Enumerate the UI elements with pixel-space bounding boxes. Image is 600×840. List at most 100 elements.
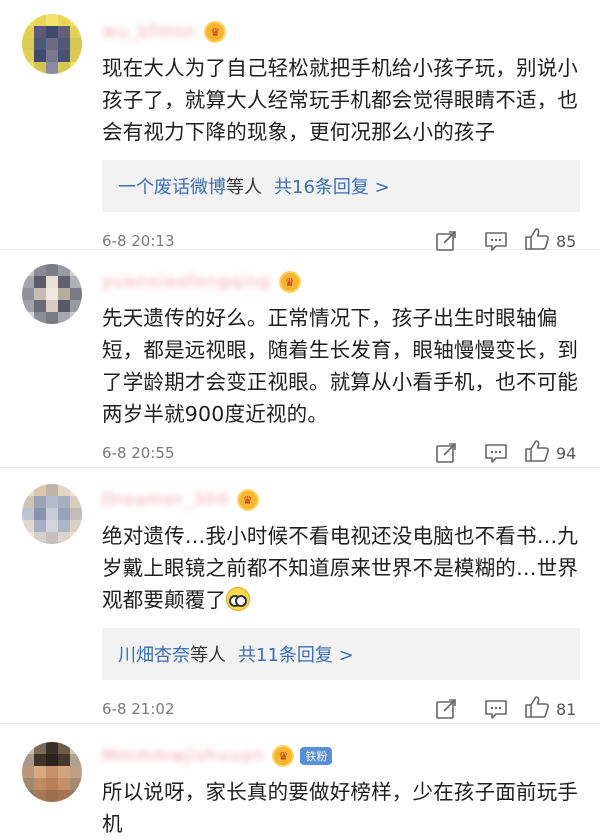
avatar-pixel	[22, 754, 34, 766]
avatar-pixel	[58, 26, 70, 38]
avatar-pixel	[70, 532, 82, 544]
avatar-pixel	[58, 62, 70, 74]
comment-text: 先天遗传的好么。正常情况下，孩子出生时眼轴偏短，都是远视眼，随着生长发育，眼轴慢…	[102, 306, 579, 426]
avatar-pixel	[70, 742, 82, 754]
avatar-pixel	[46, 276, 58, 288]
avatar[interactable]	[22, 742, 82, 802]
avatar-pixel	[34, 754, 46, 766]
avatar-pixel	[70, 520, 82, 532]
avatar-pixel	[70, 38, 82, 50]
avatar-pixel	[70, 50, 82, 62]
avatar-pixel	[34, 312, 46, 324]
comment-icon[interactable]	[474, 438, 518, 468]
avatar-pixel	[70, 754, 82, 766]
avatar-pixel	[70, 766, 82, 778]
avatar-pixel	[70, 300, 82, 312]
avatar-pixel	[34, 26, 46, 38]
avatar-pixel	[58, 496, 70, 508]
avatar-pixel	[58, 14, 70, 26]
fan-badge: 铁粉	[300, 747, 333, 765]
avatar-pixel	[70, 484, 82, 496]
avatar-pixel	[34, 790, 46, 802]
like-button[interactable]: 81	[524, 695, 582, 723]
avatar[interactable]	[22, 264, 82, 324]
avatar-pixel	[34, 288, 46, 300]
avatar-pixel	[58, 532, 70, 544]
username[interactable]: yuanxiaofengqing	[102, 272, 271, 292]
avatar-pixel	[46, 300, 58, 312]
reply-summary[interactable]: 川畑杏奈 等人 共11条回复 >	[102, 628, 580, 680]
avatar-pixel	[34, 778, 46, 790]
avatar-pixel	[58, 312, 70, 324]
avatar-pixel	[34, 14, 46, 26]
reply-users[interactable]: 一个废话微博	[118, 173, 226, 199]
avatar-pixel	[22, 276, 34, 288]
comment-feed: wu_bfmsn ♛ 现在大人为了自己轻松就把手机给小孩子玩，别说小孩子了，就算…	[0, 0, 600, 836]
avatar-pixel	[22, 26, 34, 38]
repost-icon[interactable]	[424, 694, 468, 724]
username[interactable]: wu_bfmsn	[102, 22, 196, 42]
avatar-pixel	[46, 264, 58, 276]
avatar[interactable]	[22, 14, 82, 74]
reply-tail: 等人	[190, 645, 226, 666]
avatar-pixel	[70, 496, 82, 508]
avatar-pixel	[58, 508, 70, 520]
avatar-pixel	[22, 520, 34, 532]
username[interactable]: Mmmmwjishvuan	[102, 746, 264, 766]
comment-item: Mmmmwjishvuan ♛ 铁粉 所以说呀，家长真的要做好榜样，少在孩子面前…	[0, 724, 600, 836]
avatar-pixel	[70, 14, 82, 26]
like-count: 94	[556, 443, 577, 463]
comment-time: 6-8 20:13	[102, 232, 175, 250]
avatar-pixel	[70, 276, 82, 288]
avatar-pixel	[46, 766, 58, 778]
comment-icon[interactable]	[474, 694, 518, 724]
avatar-pixel	[58, 520, 70, 532]
avatar-pixel	[34, 276, 46, 288]
avatar-pixel	[22, 496, 34, 508]
vip-crown-icon: ♛	[272, 745, 295, 767]
avatar-pixel	[58, 778, 70, 790]
reply-users[interactable]: 川畑杏奈	[118, 641, 190, 667]
reply-tail: 等人	[226, 177, 262, 198]
comment-text: 现在大人为了自己轻松就把手机给小孩子玩，别说小孩子了，就算大人经常玩手机都会觉得…	[102, 56, 579, 144]
avatar-pixel	[58, 742, 70, 754]
username[interactable]: Dreamer_304	[102, 490, 229, 510]
avatar-pixel	[58, 288, 70, 300]
vip-crown-icon: ♛	[278, 271, 301, 293]
avatar-pixel	[22, 300, 34, 312]
avatar-pixel	[22, 778, 34, 790]
avatar[interactable]	[22, 484, 82, 544]
avatar-pixel	[46, 288, 58, 300]
avatar-pixel	[22, 264, 34, 276]
avatar-pixel	[22, 288, 34, 300]
avatar-pixel	[58, 300, 70, 312]
avatar-pixel	[34, 264, 46, 276]
reply-summary[interactable]: 一个废话微博 等人 共16条回复 >	[102, 160, 580, 212]
comment-text-body: 绝对遗传…我小时候不看电视还没电脑也不看书…九岁戴上眼镜之前都不知道原来世界不是…	[102, 524, 579, 612]
comment-item: wu_bfmsn ♛ 现在大人为了自己轻松就把手机给小孩子玩，别说小孩子了，就算…	[0, 0, 600, 251]
avatar-pixel	[22, 484, 34, 496]
avatar-pixel	[34, 50, 46, 62]
comment-time: 6-8 21:02	[102, 700, 175, 718]
reply-count[interactable]: 共11条回复 >	[238, 641, 354, 667]
avatar-pixel	[70, 264, 82, 276]
avatar-pixel	[46, 484, 58, 496]
avatar-pixel	[58, 484, 70, 496]
like-count: 85	[556, 231, 577, 251]
avatar-pixel	[34, 484, 46, 496]
avatar-pixel	[34, 496, 46, 508]
glasses-emoji-icon	[226, 587, 251, 611]
avatar-pixel	[46, 62, 58, 74]
avatar-pixel	[70, 790, 82, 802]
avatar-pixel	[22, 62, 34, 74]
avatar-pixel	[70, 312, 82, 324]
thumbs-up-icon	[524, 695, 550, 723]
repost-icon[interactable]	[424, 438, 468, 468]
avatar-pixel	[34, 520, 46, 532]
reply-count[interactable]: 共16条回复 >	[274, 173, 390, 199]
like-button[interactable]: 94	[524, 439, 582, 467]
avatar-pixel	[22, 14, 34, 26]
comment-item: yuanxiaofengqing ♛ 先天遗传的好么。正常情况下，孩子出生时眼轴…	[0, 250, 600, 468]
avatar-pixel	[58, 276, 70, 288]
avatar-pixel	[58, 754, 70, 766]
